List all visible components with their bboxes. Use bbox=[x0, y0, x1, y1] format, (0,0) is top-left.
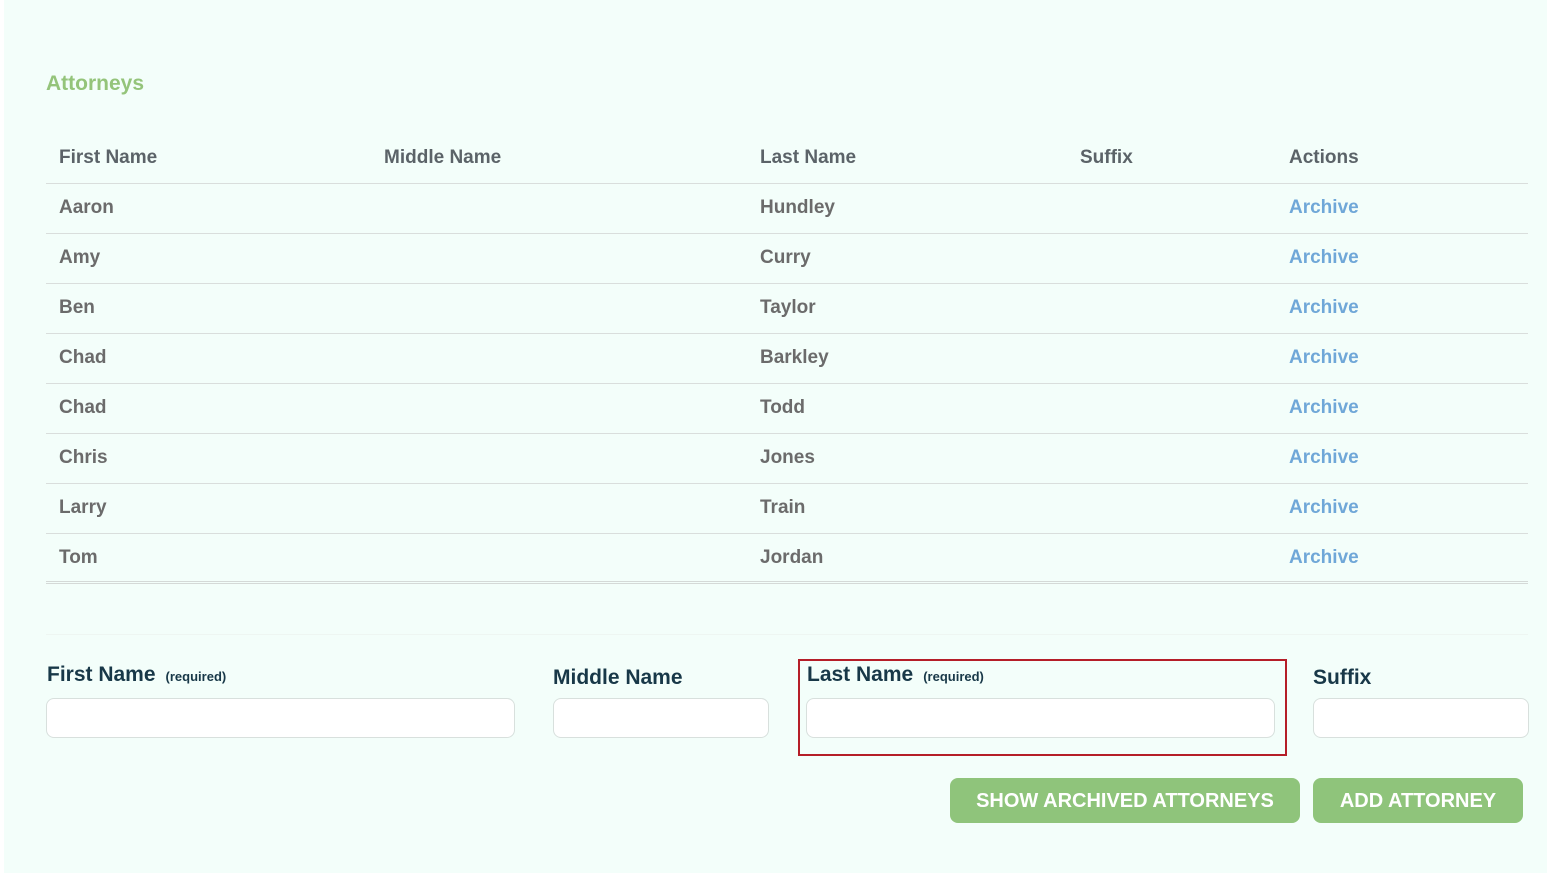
archive-link[interactable]: Archive bbox=[1289, 384, 1359, 432]
cell-first-name: Amy bbox=[59, 247, 101, 268]
attorneys-table: First Name Middle Name Last Name Suffix … bbox=[46, 134, 1528, 584]
cell-first-name: Chad bbox=[59, 347, 107, 368]
table-row: Larry Train Archive bbox=[46, 484, 1528, 534]
suffix-label: Suffix bbox=[1313, 666, 1371, 690]
table-row: Chad Todd Archive bbox=[46, 384, 1528, 434]
add-attorney-button[interactable]: ADD ATTORNEY bbox=[1313, 778, 1523, 823]
last-name-label-text: Last Name bbox=[807, 663, 914, 686]
table-row: Ben Taylor Archive bbox=[46, 284, 1528, 334]
cell-first-name: Larry bbox=[59, 497, 107, 518]
cell-last-name: Jones bbox=[760, 447, 815, 468]
section-title: Attorneys bbox=[46, 72, 145, 95]
table-header: First Name Middle Name Last Name Suffix … bbox=[46, 134, 1528, 184]
cell-first-name: Aaron bbox=[59, 197, 114, 218]
middle-name-label-text: Middle Name bbox=[553, 666, 683, 689]
archive-link[interactable]: Archive bbox=[1289, 184, 1359, 232]
cell-last-name: Curry bbox=[760, 247, 811, 268]
header-last-name: Last Name bbox=[760, 147, 857, 168]
cell-last-name: Taylor bbox=[760, 297, 816, 318]
table-row: Aaron Hundley Archive bbox=[46, 184, 1528, 234]
archive-link[interactable]: Archive bbox=[1289, 484, 1359, 532]
cell-last-name: Todd bbox=[760, 397, 806, 418]
archive-link[interactable]: Archive bbox=[1289, 234, 1359, 282]
cell-last-name: Jordan bbox=[760, 547, 824, 568]
header-middle-name: Middle Name bbox=[384, 147, 502, 168]
table-row: Chris Jones Archive bbox=[46, 434, 1528, 484]
first-name-label: First Name (required) bbox=[47, 663, 226, 687]
cell-first-name: Tom bbox=[59, 547, 98, 568]
cell-first-name: Chad bbox=[59, 397, 107, 418]
archive-link[interactable]: Archive bbox=[1289, 534, 1359, 582]
suffix-input[interactable] bbox=[1313, 698, 1529, 738]
cell-last-name: Train bbox=[760, 497, 806, 518]
table-row: Tom Jordan Archive bbox=[46, 534, 1528, 584]
show-archived-attorneys-button[interactable]: SHOW ARCHIVED ATTORNEYS bbox=[950, 778, 1300, 823]
first-name-input[interactable] bbox=[46, 698, 515, 738]
archive-link[interactable]: Archive bbox=[1289, 334, 1359, 382]
first-name-required-note: (required) bbox=[165, 669, 227, 684]
suffix-label-text: Suffix bbox=[1313, 666, 1372, 689]
middle-name-label: Middle Name bbox=[553, 666, 683, 690]
last-name-label: Last Name (required) bbox=[807, 663, 984, 687]
header-actions: Actions bbox=[1289, 147, 1359, 168]
last-name-required-note: (required) bbox=[923, 669, 984, 684]
cell-last-name: Barkley bbox=[760, 347, 829, 368]
last-name-input[interactable] bbox=[806, 698, 1275, 738]
cell-first-name: Chris bbox=[59, 447, 108, 468]
first-name-label-text: First Name bbox=[47, 663, 156, 686]
table-row: Amy Curry Archive bbox=[46, 234, 1528, 284]
cell-last-name: Hundley bbox=[760, 197, 835, 218]
archive-link[interactable]: Archive bbox=[1289, 284, 1359, 332]
header-suffix: Suffix bbox=[1080, 147, 1133, 168]
form-divider bbox=[46, 634, 1528, 635]
archive-link[interactable]: Archive bbox=[1289, 434, 1359, 482]
header-first-name: First Name bbox=[59, 147, 158, 168]
table-row: Chad Barkley Archive bbox=[46, 334, 1528, 384]
cell-first-name: Ben bbox=[59, 297, 95, 318]
middle-name-input[interactable] bbox=[553, 698, 769, 738]
